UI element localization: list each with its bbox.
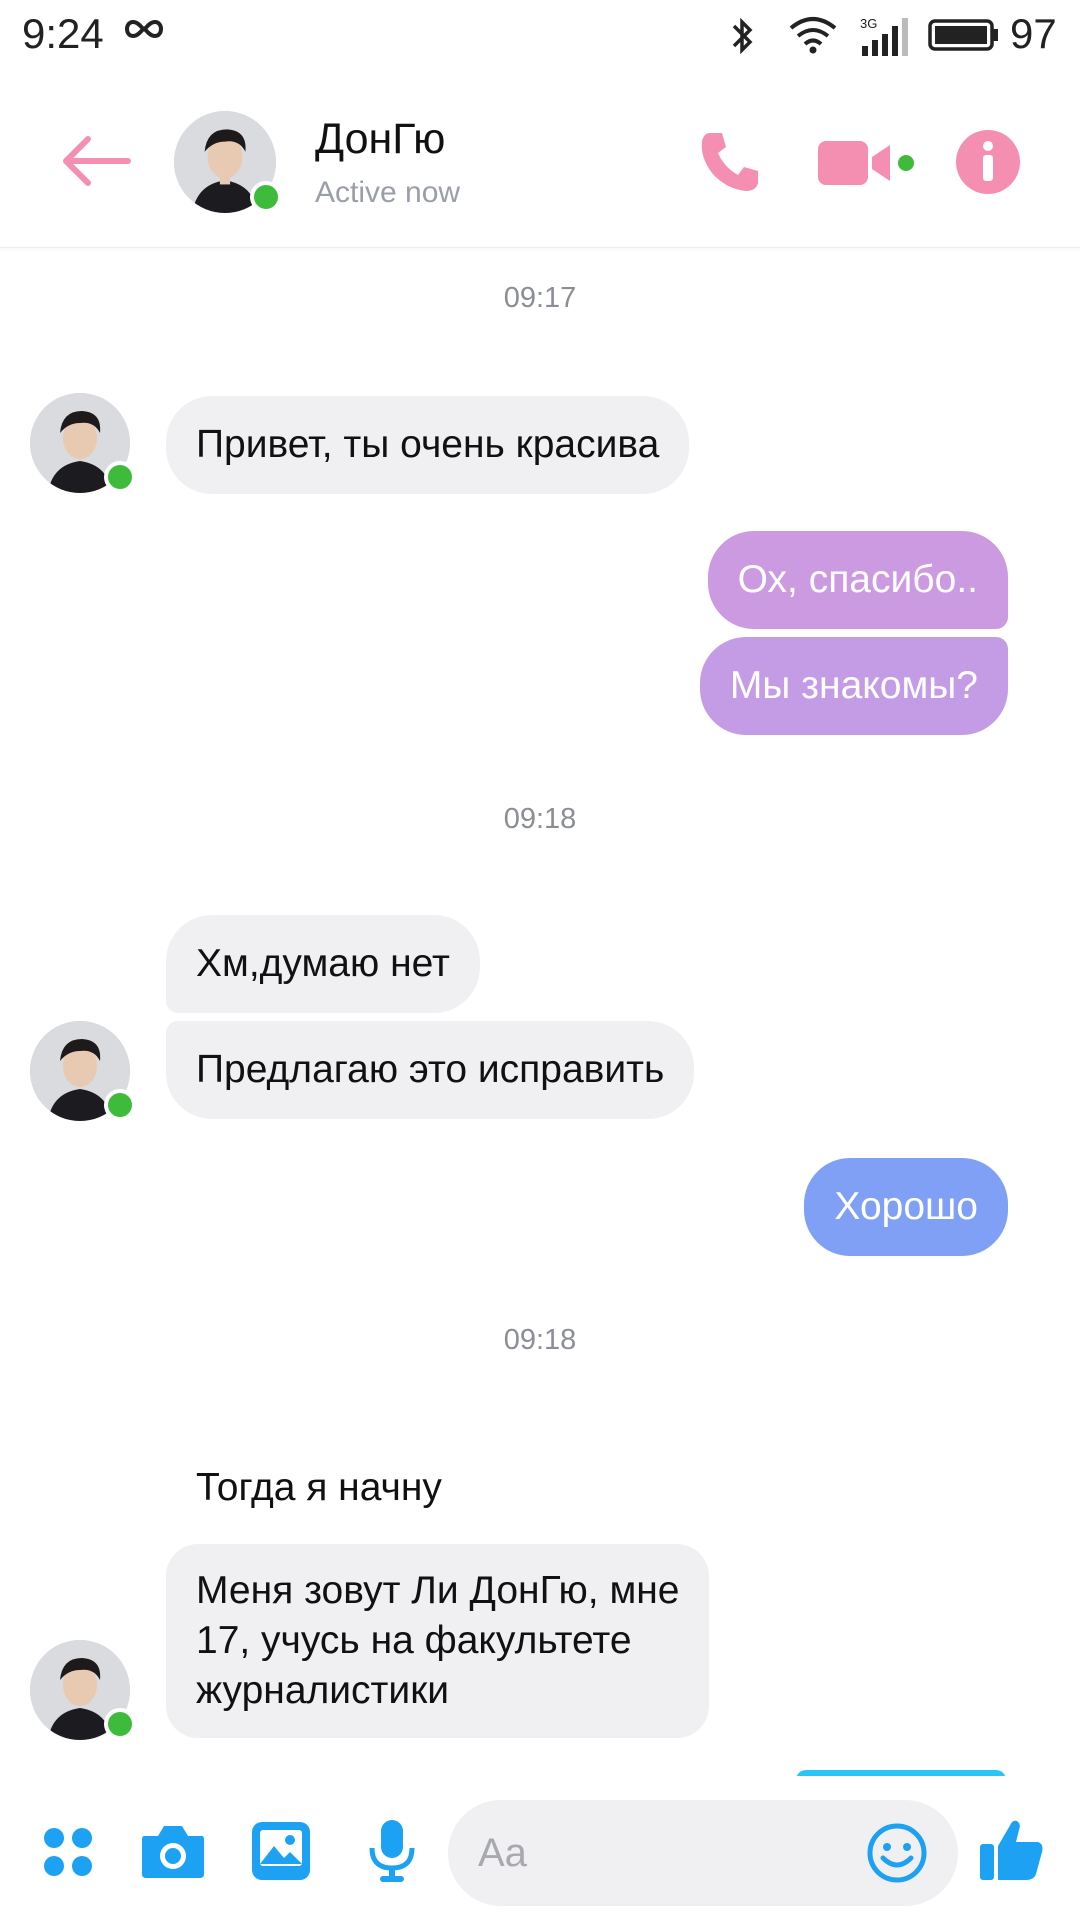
message-line: 17, учусь на факультете xyxy=(196,1619,632,1662)
status-time: 9:24 xyxy=(22,10,104,57)
incoming-message[interactable]: Хм,думаю нет xyxy=(166,915,480,1013)
online-indicator xyxy=(104,461,136,493)
online-indicator xyxy=(250,181,282,213)
camera-icon[interactable] xyxy=(140,1822,206,1885)
sender-avatar[interactable] xyxy=(30,1021,136,1121)
incoming-message[interactable]: Привет, ты очень красива xyxy=(166,396,690,494)
message-line: журналистики xyxy=(196,1669,450,1712)
timestamp: 09:18 xyxy=(503,803,577,835)
online-indicator xyxy=(104,1089,136,1121)
signal-icon: 3G xyxy=(858,14,914,63)
contact-avatar[interactable] xyxy=(174,111,282,213)
sender-avatar[interactable] xyxy=(30,1640,136,1740)
apps-grid-icon[interactable] xyxy=(42,1826,94,1883)
battery-icon xyxy=(928,18,1000,57)
sender-avatar[interactable] xyxy=(30,393,136,493)
video-camera-icon[interactable] xyxy=(816,137,914,189)
contact-status: Active now xyxy=(315,176,461,209)
message-line: Меня зовут Ли ДонГю, мне xyxy=(196,1569,680,1612)
status-bar: 9:24 3G 97 xyxy=(0,0,1080,75)
bluetooth-icon xyxy=(728,14,758,63)
incoming-message-plain[interactable]: Тогда я начну xyxy=(196,1466,442,1510)
emoji-icon[interactable] xyxy=(866,1822,928,1889)
outgoing-message[interactable]: Хорошо xyxy=(804,1158,1008,1256)
thumbs-up-icon[interactable] xyxy=(978,1816,1046,1889)
message-composer xyxy=(0,1776,1080,1920)
conversation-header: ДонГю Active now xyxy=(0,75,1080,248)
incoming-message[interactable]: Меня зовут Ли ДонГю, мне 17, учусь на фа… xyxy=(166,1544,710,1738)
image-icon[interactable] xyxy=(250,1820,312,1887)
contact-name[interactable]: ДонГю xyxy=(315,115,445,164)
network-type: 3G xyxy=(860,16,877,31)
outgoing-message[interactable]: Ох, спасибо.. xyxy=(707,531,1008,629)
infinity-icon xyxy=(122,14,166,49)
microphone-icon[interactable] xyxy=(368,1818,416,1889)
timestamp: 09:17 xyxy=(503,282,577,314)
info-icon[interactable] xyxy=(954,128,1022,196)
wifi-icon xyxy=(788,16,838,59)
phone-icon[interactable] xyxy=(696,127,766,197)
incoming-message[interactable]: Предлагаю это исправить xyxy=(166,1021,695,1119)
timestamp: 09:18 xyxy=(503,1324,577,1356)
outgoing-message[interactable]: Мы знакомы? xyxy=(699,637,1008,735)
battery-level: 97 xyxy=(1010,10,1057,57)
online-indicator xyxy=(104,1708,136,1740)
back-arrow-icon[interactable] xyxy=(58,133,132,189)
